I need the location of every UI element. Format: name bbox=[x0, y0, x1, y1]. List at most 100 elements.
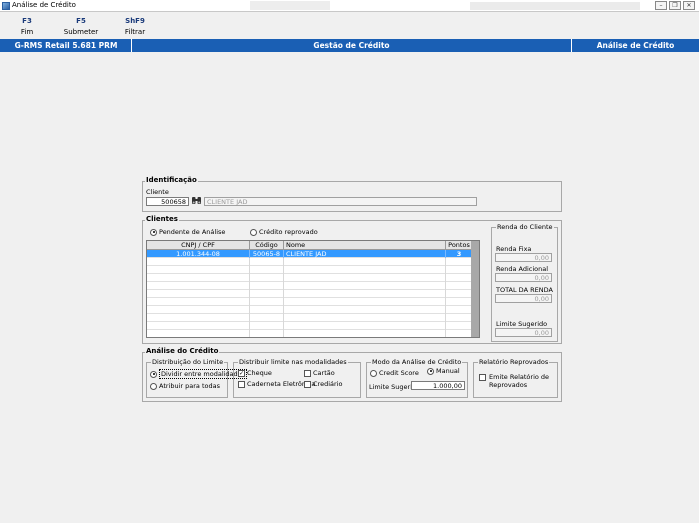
cell-codigo: 50065-8 bbox=[250, 250, 284, 258]
radio-selected-icon bbox=[150, 370, 157, 378]
atribuir-radio[interactable]: Atribuir para todas bbox=[150, 382, 220, 390]
checkbox-icon bbox=[304, 380, 311, 388]
table-row-empty bbox=[147, 282, 473, 290]
pendente-radio[interactable]: Pendente de Análise bbox=[150, 228, 225, 236]
emite-label-line-1: Emite Relatório de bbox=[489, 373, 550, 381]
cliente-label: Cliente bbox=[146, 188, 169, 196]
radio-unselected-icon bbox=[250, 228, 257, 236]
binoculars-icon[interactable] bbox=[191, 196, 202, 205]
radio-unselected-icon bbox=[370, 369, 377, 377]
manual-label: Manual bbox=[436, 367, 460, 375]
table-scrollbar[interactable] bbox=[471, 241, 479, 337]
cell-cnpj: 1.001.344-08 bbox=[147, 250, 250, 258]
fim-button[interactable]: F3 Fim bbox=[15, 16, 39, 38]
emite-relatorio-label: Emite Relatório de Reprovados bbox=[489, 373, 549, 389]
radio-selected-icon bbox=[150, 228, 157, 236]
column-header-cnpj[interactable]: CNPJ / CPF bbox=[147, 241, 250, 250]
renda-adicional-label: Renda Adicional bbox=[496, 265, 549, 273]
credit-score-label: Credit Score bbox=[379, 369, 419, 377]
radio-selected-icon bbox=[427, 367, 434, 375]
window-titlebar: Análise de Crédito – ❐ ✕ bbox=[0, 0, 699, 12]
cliente-code-input[interactable]: 500658 bbox=[146, 197, 189, 206]
radio-unselected-icon bbox=[150, 382, 157, 390]
close-icon[interactable]: ✕ bbox=[683, 1, 695, 10]
window-title: Análise de Crédito bbox=[12, 1, 76, 9]
submeter-key: F5 bbox=[76, 17, 86, 25]
clientes-title: Clientes bbox=[145, 215, 179, 223]
titlebar-blank bbox=[250, 1, 330, 10]
table-header: CNPJ / CPF Código Nome Pontos bbox=[147, 241, 473, 250]
reprovado-radio[interactable]: Crédito reprovado bbox=[250, 228, 318, 236]
table-row-empty bbox=[147, 322, 473, 330]
cheque-label: Cheque bbox=[247, 369, 272, 377]
modalidades-group: Distribuir limite nas modalidades ✓ Chequ… bbox=[233, 358, 361, 398]
total-renda-field: 0,00 bbox=[495, 294, 552, 303]
restore-icon[interactable]: ❐ bbox=[669, 1, 681, 10]
modo-title: Modo da Análise de Crédito bbox=[371, 358, 463, 366]
manual-radio[interactable]: Manual bbox=[427, 367, 460, 375]
modo-group: Modo da Análise de Crédito Credit Score … bbox=[366, 358, 468, 398]
cliente-name-field: CLIENTE JAD bbox=[204, 197, 477, 206]
app-icon bbox=[2, 2, 10, 10]
analise-title: Análise do Crédito bbox=[145, 347, 220, 355]
relatorio-group: Relatório Reprovados Emite Relatório de … bbox=[473, 358, 558, 398]
total-renda-label: TOTAL DA RENDA bbox=[496, 286, 553, 294]
filtrar-button[interactable]: ShF9 Filtrar bbox=[120, 16, 150, 38]
app-name: G-RMS Retail 5.681 PRM bbox=[14, 41, 118, 50]
column-header-codigo[interactable]: Código bbox=[250, 241, 284, 250]
cartao-label: Cartão bbox=[313, 369, 335, 377]
table-row-empty bbox=[147, 330, 473, 337]
atribuir-label: Atribuir para todas bbox=[159, 382, 221, 390]
renda-fixa-field: 0,00 bbox=[495, 253, 552, 262]
limite-sugerido-input[interactable]: 1.000,00 bbox=[411, 381, 465, 390]
table-row-empty bbox=[147, 298, 473, 306]
table-row-empty bbox=[147, 306, 473, 314]
column-header-pontos[interactable]: Pontos bbox=[446, 241, 473, 250]
window-controls: – ❐ ✕ bbox=[655, 1, 695, 10]
renda-adicional-field: 0,00 bbox=[495, 273, 552, 282]
distribuicao-title: Distribuição do Limite bbox=[151, 358, 225, 366]
clientes-filter: Pendente de Análise Crédito reprovado bbox=[145, 226, 489, 238]
checkbox-icon bbox=[238, 380, 245, 388]
table-row-empty bbox=[147, 266, 473, 274]
column-header-nome[interactable]: Nome bbox=[284, 241, 446, 250]
pendente-label: Pendente de Análise bbox=[159, 228, 226, 236]
renda-title: Renda do Cliente bbox=[496, 223, 554, 231]
table-row-empty bbox=[147, 290, 473, 298]
screen-name: Análise de Crédito bbox=[596, 41, 675, 50]
cheque-checkbox[interactable]: ✓ Cheque bbox=[238, 369, 272, 377]
module-name: Gestão de Crédito bbox=[313, 41, 390, 50]
crediario-label: Crediário bbox=[313, 380, 343, 388]
reprovado-label: Crédito reprovado bbox=[259, 228, 318, 236]
fim-key: F3 bbox=[22, 17, 32, 25]
renda-limite-label: Limite Sugerido bbox=[496, 320, 548, 328]
relatorio-title: Relatório Reprovados bbox=[478, 358, 550, 366]
crediario-checkbox[interactable]: Crediário bbox=[304, 380, 342, 388]
filtrar-key: ShF9 bbox=[125, 17, 145, 25]
checkbox-icon bbox=[304, 369, 311, 377]
renda-fixa-label: Renda Fixa bbox=[496, 245, 532, 253]
emite-relatorio-checkbox[interactable] bbox=[479, 373, 486, 381]
checkmark-icon: ✓ bbox=[238, 369, 245, 377]
module-header-bar: G-RMS Retail 5.681 PRM Gestão de Crédito… bbox=[0, 39, 699, 52]
function-toolbar: F3 Fim F5 Submeter Análise ShF9 Filtrar bbox=[0, 14, 699, 47]
cell-pontos: 3 bbox=[446, 250, 473, 258]
modalidades-title: Distribuir limite nas modalidades bbox=[238, 358, 348, 366]
table-row[interactable]: 1.001.344-08 50065-8 CLIENTE JAD 3 bbox=[147, 250, 473, 258]
table-row-empty bbox=[147, 314, 473, 322]
minimize-icon[interactable]: – bbox=[655, 1, 667, 10]
table-row-empty bbox=[147, 258, 473, 266]
distribuicao-group: Distribuição do Limite Dividir entre mod… bbox=[146, 358, 248, 398]
cell-nome: CLIENTE JAD bbox=[284, 250, 446, 258]
cartao-checkbox[interactable]: Cartão bbox=[304, 369, 335, 377]
emite-label-line-2: Reprovados bbox=[489, 381, 528, 389]
fim-label: Fim bbox=[20, 28, 34, 36]
clientes-table[interactable]: CNPJ / CPF Código Nome Pontos 1.001.344-… bbox=[146, 240, 480, 338]
renda-limite-field: 0,00 bbox=[495, 328, 552, 337]
titlebar-blank-2 bbox=[470, 2, 640, 10]
checkbox-icon bbox=[479, 373, 486, 381]
filtrar-label: Filtrar bbox=[124, 28, 146, 36]
identificacao-title: Identificação bbox=[145, 176, 198, 184]
table-row-empty bbox=[147, 274, 473, 282]
credit-score-radio[interactable]: Credit Score bbox=[370, 369, 419, 377]
